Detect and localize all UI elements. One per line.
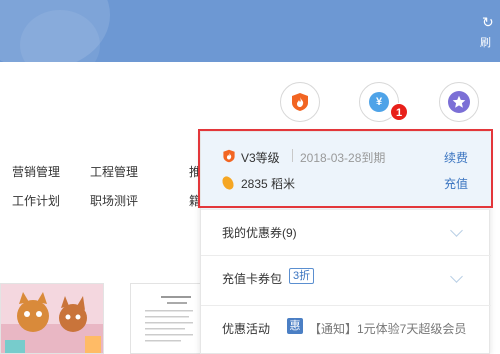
- menu-item-work-plan[interactable]: 工作计划: [12, 192, 60, 209]
- chevron-down-icon: [450, 270, 463, 283]
- coupons-label: 我的优惠券(9): [222, 226, 297, 240]
- refresh-button[interactable]: ↻ 刷: [478, 14, 500, 54]
- card-document-thumbnail: [131, 284, 204, 353]
- card-pack-label: 充值卡券包: [222, 272, 283, 286]
- shield-flame-icon: [290, 92, 310, 112]
- yen-icon: ¥: [369, 92, 389, 112]
- promo-notice-text[interactable]: 【通知】1元体验7天超级会员: [309, 320, 466, 337]
- menu-item-marketing[interactable]: 营销管理: [12, 163, 60, 180]
- notification-badge: 1: [390, 103, 408, 121]
- refresh-label: 刷: [480, 37, 491, 49]
- template-card-image[interactable]: [0, 283, 104, 354]
- yen-glyph: ¥: [375, 96, 383, 108]
- promo-row[interactable]: 优惠活动 惠 【通知】1元体验7天超级会员: [201, 305, 491, 354]
- chevron-down-icon: [450, 224, 463, 237]
- discount-badge: 3折: [289, 268, 315, 284]
- highlight-annotation: [198, 129, 493, 208]
- vip-button[interactable]: [280, 82, 320, 122]
- menu-item-engineering[interactable]: 工程管理: [90, 163, 138, 180]
- card-pack-row[interactable]: 充值卡券包 3折: [201, 255, 491, 299]
- refresh-icon: ↻: [482, 14, 494, 30]
- star-icon: [448, 91, 470, 113]
- promo-label: 优惠活动: [222, 322, 271, 336]
- promo-tag-icon: 惠: [287, 318, 303, 334]
- coupons-row[interactable]: 我的优惠券(9): [201, 209, 491, 253]
- top-header: ↻ 刷: [0, 0, 500, 62]
- favorite-button[interactable]: [439, 82, 479, 122]
- menu-item-assessment[interactable]: 职场测评: [90, 192, 138, 209]
- card-thumbnail: [1, 284, 103, 353]
- template-card-document[interactable]: [130, 283, 205, 354]
